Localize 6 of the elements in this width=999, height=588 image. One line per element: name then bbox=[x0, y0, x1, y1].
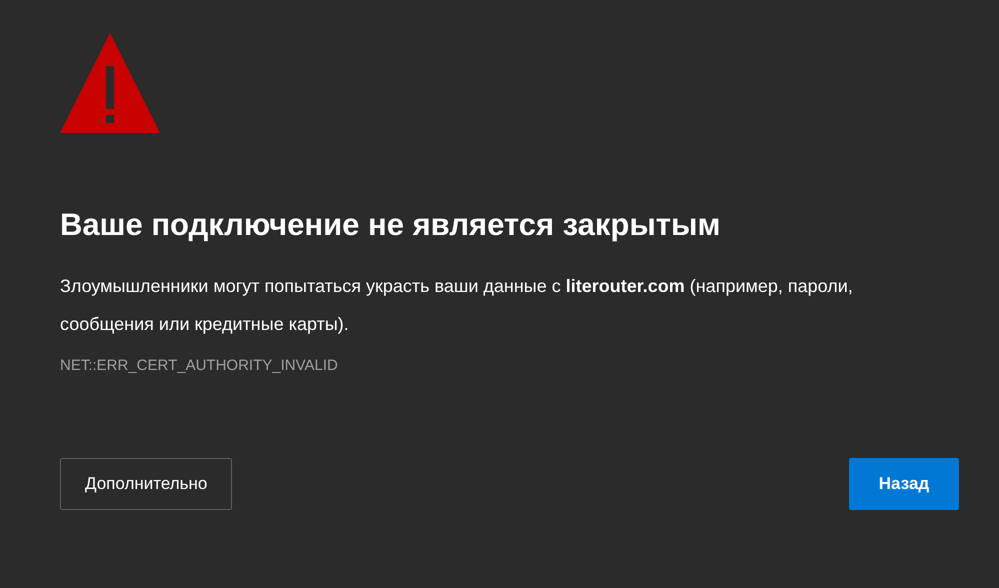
page-heading: Ваше подключение не является закрытым bbox=[60, 206, 722, 244]
warning-message: Злоумышленники могут попытаться украсть ваши данные с literouter.com (например, пароли, сообщения или кредитные карты). bbox=[60, 275, 854, 336]
advanced-button[interactable]: Дополнительно bbox=[60, 458, 232, 510]
error-code: NET::ERR_CERT_AUTHORITY_INVALID bbox=[60, 356, 339, 376]
back-button[interactable]: Назад bbox=[849, 458, 959, 510]
warning-icon bbox=[60, 33, 160, 133]
